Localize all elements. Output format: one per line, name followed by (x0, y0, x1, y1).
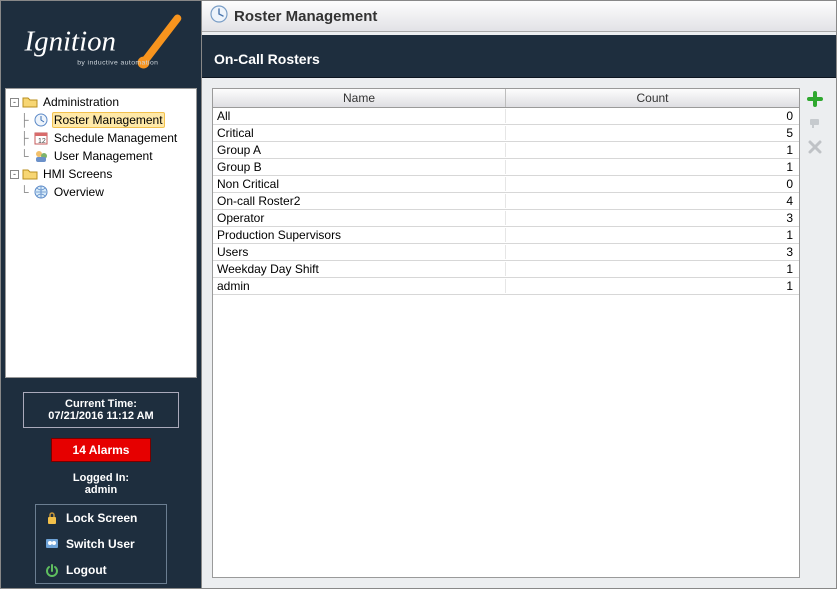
cell-name: All (213, 109, 506, 123)
cell-name: Weekday Day Shift (213, 262, 506, 276)
rosters-table: Name Count All0Critical5Group A1Group B1… (212, 88, 800, 578)
cell-count: 0 (506, 109, 799, 123)
cell-name: admin (213, 279, 506, 293)
cell-count: 5 (506, 126, 799, 140)
table-row[interactable]: Production Supervisors1 (213, 227, 799, 244)
logged-in-label: Logged In: (11, 472, 191, 484)
table-actions (806, 88, 826, 578)
brand-logo: Ignition by inductive automation (1, 1, 201, 86)
collapse-icon[interactable]: - (10, 98, 19, 107)
tree-roster-management[interactable]: ├ Roster Management (8, 111, 194, 129)
status-block: Current Time: 07/21/2016 11:12 AM 14 Ala… (1, 386, 201, 589)
cell-name: Operator (213, 211, 506, 225)
table-row[interactable]: All0 (213, 108, 799, 125)
cell-count: 0 (506, 177, 799, 191)
tree-label: Overview (52, 184, 106, 200)
title-bar: Roster Management (202, 1, 836, 32)
clock-icon (210, 5, 228, 27)
section-title: On-Call Rosters (214, 51, 320, 67)
logged-in-user: admin (11, 484, 191, 496)
tree-label: Administration (41, 94, 121, 110)
table-row[interactable]: Non Critical0 (213, 176, 799, 193)
page-title: Roster Management (234, 8, 377, 25)
table-row[interactable]: Weekday Day Shift1 (213, 261, 799, 278)
tree-label: HMI Screens (41, 166, 114, 182)
content-area: Name Count All0Critical5Group A1Group B1… (202, 78, 836, 588)
column-count[interactable]: Count (506, 89, 799, 107)
time-label: Current Time: (24, 398, 178, 410)
logout-icon (44, 562, 60, 578)
column-name[interactable]: Name (213, 89, 506, 107)
sidebar: Ignition by inductive automation - Admin… (1, 1, 201, 588)
globe-icon (33, 184, 49, 200)
section-header: On-Call Rosters (202, 35, 836, 78)
table-row[interactable]: Critical5 (213, 125, 799, 142)
logout-button[interactable]: Logout (36, 557, 166, 583)
cell-name: Group A (213, 143, 506, 157)
cell-count: 3 (506, 211, 799, 225)
cell-count: 1 (506, 160, 799, 174)
tree-overview[interactable]: └ Overview (8, 183, 194, 201)
alarm-button[interactable]: 14 Alarms (51, 438, 151, 462)
table-header: Name Count (213, 89, 799, 108)
delete-button[interactable] (806, 138, 824, 156)
folder-icon (22, 166, 38, 182)
tree-label: User Management (52, 148, 155, 164)
cell-name: Group B (213, 160, 506, 174)
table-row[interactable]: Operator3 (213, 210, 799, 227)
tree-schedule-management[interactable]: ├ 12 Schedule Management (8, 129, 194, 147)
tree-administration[interactable]: - Administration (8, 93, 194, 111)
table-row[interactable]: Group B1 (213, 159, 799, 176)
svg-text:Ignition: Ignition (24, 26, 116, 58)
table-row[interactable]: admin1 (213, 278, 799, 295)
folder-icon (22, 94, 38, 110)
time-value: 07/21/2016 11:12 AM (24, 410, 178, 422)
tree-user-management[interactable]: └ User Management (8, 147, 194, 165)
calendar-icon: 12 (33, 130, 49, 146)
cell-count: 1 (506, 228, 799, 242)
edit-button[interactable] (806, 114, 824, 132)
clock-icon (33, 112, 49, 128)
table-body: All0Critical5Group A1Group B1Non Critica… (213, 108, 799, 577)
svg-text:12: 12 (38, 138, 46, 145)
cell-name: Critical (213, 126, 506, 140)
tree-label: Schedule Management (52, 130, 179, 146)
cell-name: On-call Roster2 (213, 194, 506, 208)
table-row[interactable]: Users3 (213, 244, 799, 261)
switch-user-icon (44, 536, 60, 552)
cell-count: 1 (506, 262, 799, 276)
nav-tree: - Administration ├ Roster Management ├ 1… (5, 88, 197, 378)
users-icon (33, 148, 49, 164)
lock-screen-button[interactable]: Lock Screen (36, 505, 166, 531)
cell-count: 4 (506, 194, 799, 208)
button-label: Switch User (66, 537, 135, 551)
cell-count: 1 (506, 143, 799, 157)
cell-name: Non Critical (213, 177, 506, 191)
button-label: Logout (66, 563, 107, 577)
current-time-box: Current Time: 07/21/2016 11:12 AM (23, 392, 179, 428)
cell-name: Production Supervisors (213, 228, 506, 242)
lock-icon (44, 510, 60, 526)
tree-label: Roster Management (52, 112, 165, 128)
cell-name: Users (213, 245, 506, 259)
button-label: Lock Screen (66, 511, 137, 525)
logged-in-box: Logged In: admin (11, 472, 191, 496)
brand-tagline: by inductive automation (77, 59, 158, 66)
switch-user-button[interactable]: Switch User (36, 531, 166, 557)
collapse-icon[interactable]: - (10, 170, 19, 179)
cell-count: 3 (506, 245, 799, 259)
tree-hmi-screens[interactable]: - HMI Screens (8, 165, 194, 183)
main-panel: Roster Management On-Call Rosters Name C… (201, 1, 836, 588)
table-row[interactable]: Group A1 (213, 142, 799, 159)
session-buttons: Lock Screen Switch User Logout (35, 504, 167, 584)
add-button[interactable] (806, 90, 824, 108)
cell-count: 1 (506, 279, 799, 293)
table-row[interactable]: On-call Roster24 (213, 193, 799, 210)
